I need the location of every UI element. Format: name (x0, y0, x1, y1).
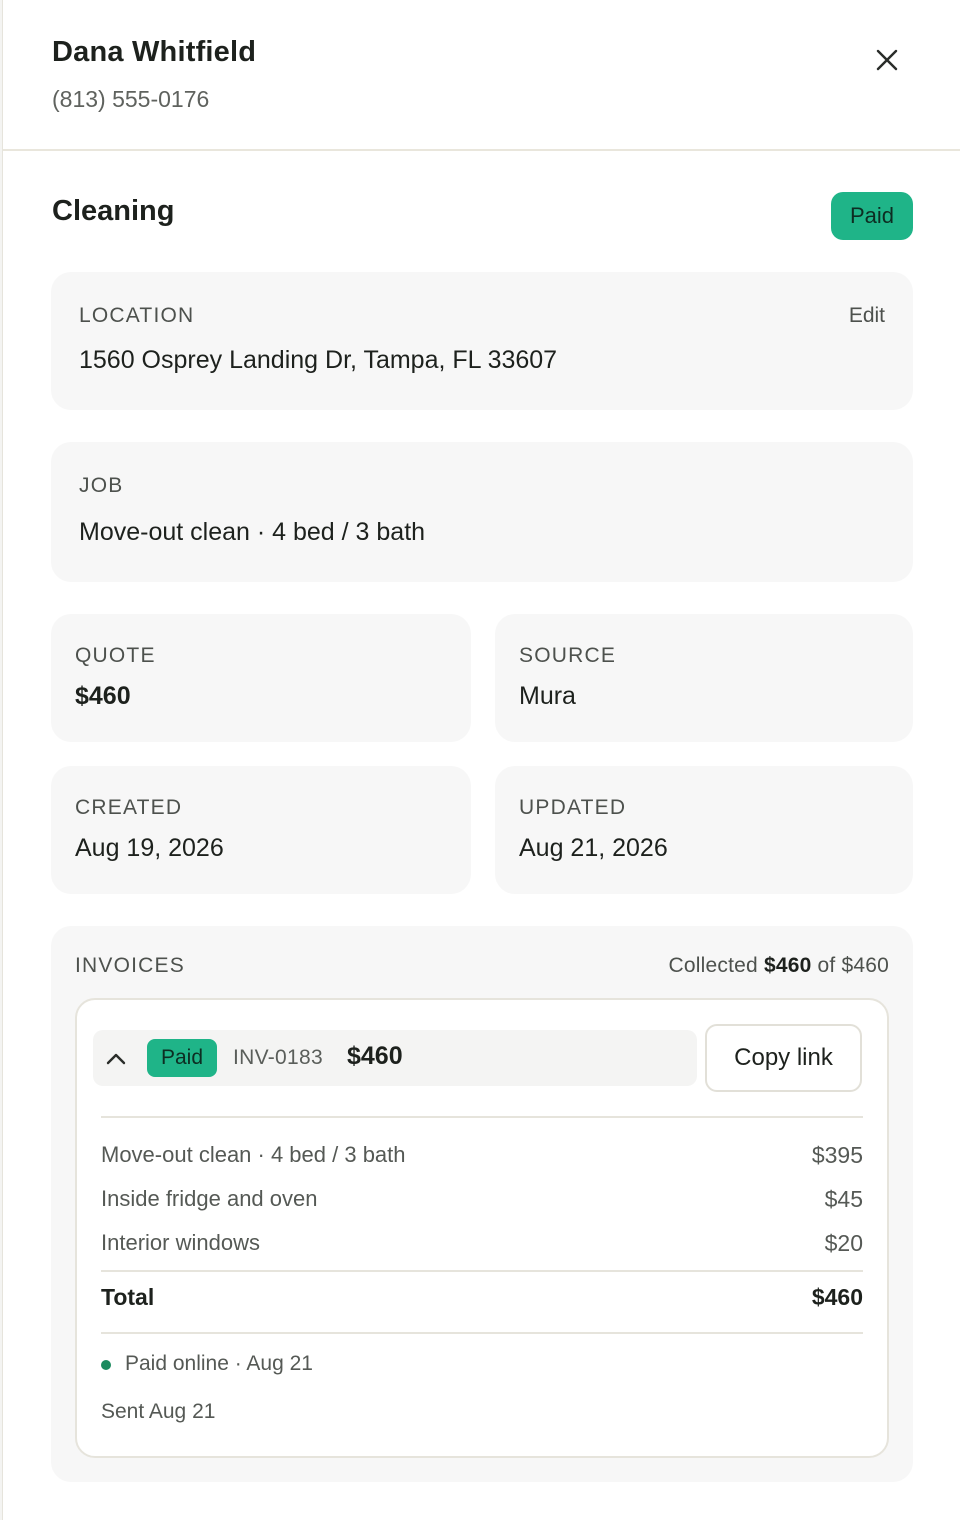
edit-location-link[interactable]: Edit (849, 304, 885, 328)
created-value: Aug 19, 2026 (75, 834, 224, 862)
job-card: JOB Move-out clean · 4 bed / 3 bath (51, 442, 913, 582)
line-item-amount: $395 (811, 1142, 863, 1168)
chevron-up-icon (106, 1053, 126, 1065)
close-icon (876, 49, 898, 71)
collected-of: of $460 (817, 954, 889, 977)
updated-card: UPDATED Aug 21, 2026 (495, 766, 913, 894)
quote-card: QUOTE $460 (51, 614, 471, 742)
source-card: SOURCE Mura (495, 614, 913, 742)
location-address: 1560 Osprey Landing Dr, Tampa, FL 33607 (79, 346, 558, 374)
invoice-status-badge: Paid (147, 1039, 217, 1077)
source-label: SOURCE (519, 644, 617, 667)
collected-summary: Collected $460 of $460 (669, 954, 889, 978)
customer-name: Dana Whitfield (52, 36, 257, 68)
invoice-amount: $460 (347, 1042, 403, 1070)
copy-link-button[interactable]: Copy link (705, 1024, 862, 1092)
invoice-toggle[interactable]: Paid INV-0183 $460 (93, 1030, 697, 1086)
invoice-number: INV-0183 (233, 1046, 323, 1069)
line-item-amount: $20 (824, 1230, 863, 1256)
updated-value: Aug 21, 2026 (519, 834, 668, 862)
location-label: LOCATION (79, 304, 195, 327)
line-item: Interior windows $20 (101, 1230, 863, 1260)
total-label: Total (101, 1284, 155, 1310)
line-item-description: Move-out clean · 4 bed / 3 bath (101, 1142, 406, 1167)
close-button[interactable] (869, 42, 905, 78)
quote-label: QUOTE (75, 644, 156, 667)
quote-value: $460 (75, 682, 131, 710)
status-badge: Paid (831, 192, 913, 240)
invoices-card: INVOICES Collected $460 of $460 Paid INV… (51, 926, 913, 1482)
line-item-description: Inside fridge and oven (101, 1186, 318, 1211)
panel-header: Dana Whitfield (813) 555-0176 (3, 0, 960, 151)
updated-label: UPDATED (519, 796, 627, 819)
total-row: Total $460 (101, 1284, 863, 1314)
divider (101, 1116, 863, 1118)
job-description: Move-out clean · 4 bed / 3 bath (79, 518, 426, 546)
created-label: CREATED (75, 796, 183, 819)
sent-date: Sent Aug 21 (101, 1400, 216, 1423)
line-item-description: Interior windows (101, 1230, 260, 1255)
job-label: JOB (79, 474, 124, 497)
payment-status: Paid online · Aug 21 (125, 1352, 313, 1375)
divider (101, 1332, 863, 1334)
collected-amount: $460 (763, 954, 812, 977)
invoices-label: INVOICES (75, 954, 185, 977)
line-item: Inside fridge and oven $45 (101, 1186, 863, 1216)
total-amount: $460 (811, 1284, 863, 1310)
job-title: Cleaning (52, 195, 175, 227)
customer-phone: (813) 555-0176 (52, 86, 210, 112)
location-card: LOCATION Edit 1560 Osprey Landing Dr, Ta… (51, 272, 913, 410)
line-item-amount: $45 (824, 1186, 863, 1212)
created-card: CREATED Aug 19, 2026 (51, 766, 471, 894)
invoice-item: Paid INV-0183 $460 Copy link Move-out cl… (75, 998, 889, 1458)
collected-prefix: Collected (668, 954, 758, 977)
payment-status-dot (101, 1360, 111, 1370)
source-value: Mura (519, 682, 576, 710)
line-item: Move-out clean · 4 bed / 3 bath $395 (101, 1142, 863, 1172)
job-detail-panel: Dana Whitfield (813) 555-0176 Cleaning P… (2, 0, 960, 1520)
divider (101, 1270, 863, 1272)
